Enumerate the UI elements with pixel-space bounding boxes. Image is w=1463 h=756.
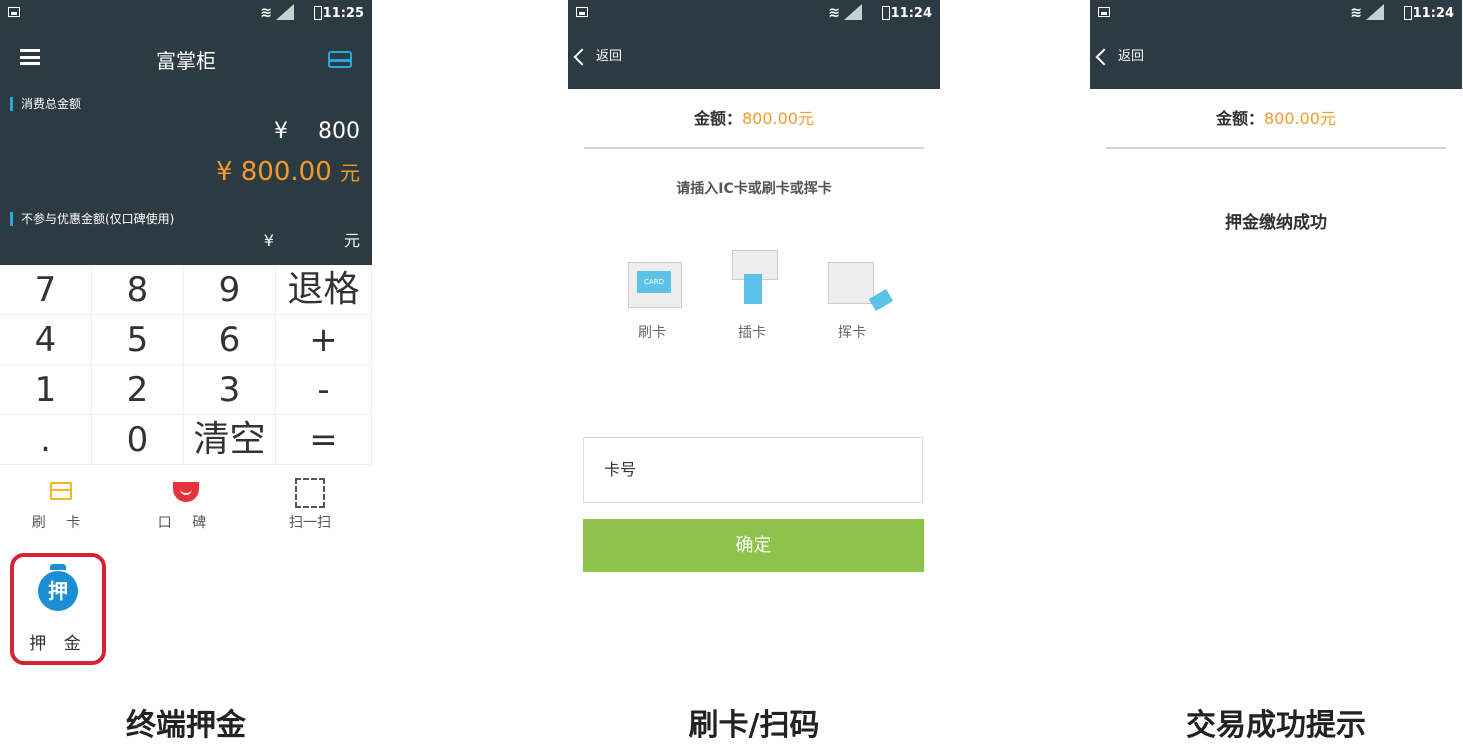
back-label: 返回: [1118, 49, 1145, 64]
wave-card-shape: [868, 288, 894, 312]
amount-formatted: ¥ 800.00: [215, 157, 332, 187]
amount-row: 金额：800.00元: [584, 90, 924, 149]
status-bar: ≋ 11:24: [1090, 0, 1462, 27]
pay-card-button[interactable]: 刷 卡: [20, 482, 100, 532]
confirm-button[interactable]: 确定: [583, 519, 924, 572]
amount-row: 金额：800.00元: [1106, 90, 1446, 149]
chevron-left-icon: [573, 48, 591, 65]
qr-scan-icon: [295, 478, 325, 508]
battery-icon: [1404, 6, 1412, 20]
key-1[interactable]: 1: [0, 365, 92, 415]
back-button[interactable]: 返回: [573, 45, 623, 65]
card-icon: [50, 482, 72, 500]
key-clear[interactable]: 清空: [184, 415, 276, 465]
amount-raw: 800: [318, 119, 360, 144]
screen-card-payment: ≋ 11:24 返回 金额：800.00元 请插入IC卡或刷卡或挥卡 CARD …: [568, 0, 940, 680]
amount-value: 800.00元: [742, 109, 814, 128]
status-bar: ≋ 11:25: [0, 0, 372, 27]
caption-success: 交易成功提示: [1186, 708, 1366, 743]
amount-label: 金额：: [1215, 109, 1264, 128]
status-time: 11:24: [890, 6, 932, 21]
pay-scan-button[interactable]: 扫一扫: [270, 478, 350, 532]
amount-input-line: ¥800: [274, 119, 360, 144]
pay-scan-label: 扫一扫: [289, 515, 331, 531]
battery-icon: [882, 6, 890, 20]
inserted-card-shape: [744, 274, 762, 304]
excluded-yen: ¥: [263, 231, 274, 250]
status-time: 11:25: [322, 6, 364, 21]
koubei-icon: [173, 482, 199, 502]
battery-icon: [314, 6, 322, 20]
signal-icon: [276, 4, 294, 20]
image-notification-icon: [1098, 7, 1110, 17]
signal-icon: [844, 4, 862, 20]
card-methods: CARD 刷卡 插卡 挥卡: [568, 250, 940, 350]
excluded-unit: 元: [343, 231, 360, 250]
deposit-label: 押 金: [29, 634, 87, 654]
chevron-left-icon: [1095, 48, 1113, 65]
success-message: 押金缴纳成功: [1225, 213, 1327, 233]
yen-symbol: ¥: [274, 119, 288, 144]
nav-bar: 返回: [1090, 27, 1462, 89]
key-2[interactable]: 2: [92, 365, 184, 415]
excluded-amount-label: 不参与优惠金额(仅口碑使用): [10, 212, 174, 226]
card-prompt: 请插入IC卡或刷卡或挥卡: [676, 181, 832, 197]
payment-methods-bar: 刷 卡 口 碑 扫一扫: [0, 470, 372, 550]
card-number-input[interactable]: 卡号: [583, 437, 923, 503]
signal-icon: [1366, 4, 1384, 20]
pay-card-label: 刷 卡: [31, 515, 89, 531]
wallet-icon[interactable]: [328, 51, 352, 68]
status-bar: ≋ 11:24: [568, 0, 940, 27]
excluded-amount-line[interactable]: ¥ 元: [264, 227, 360, 251]
key-4[interactable]: 4: [0, 315, 92, 365]
amount-value: 800.00元: [1264, 109, 1336, 128]
back-button[interactable]: 返回: [1095, 45, 1145, 65]
key-plus[interactable]: +: [276, 315, 372, 365]
key-9[interactable]: 9: [184, 265, 276, 315]
key-7[interactable]: 7: [0, 265, 92, 315]
app-title: 富掌柜: [156, 49, 216, 73]
key-5[interactable]: 5: [92, 315, 184, 365]
nav-bar: 返回: [568, 27, 940, 89]
contactless-icon: [828, 262, 894, 312]
method-insert-label: 插卡: [738, 325, 766, 341]
amount-header: 富掌柜 消费总金额 ¥800 ¥ 800.00 元 不参与优惠金额(仅口碑使用)…: [0, 27, 372, 265]
key-0[interactable]: 0: [92, 415, 184, 465]
deposit-button[interactable]: 押 押 金: [10, 553, 106, 665]
swipe-card-icon: CARD: [628, 262, 682, 308]
key-minus[interactable]: -: [276, 365, 372, 415]
screen-deposit-terminal: ≋ 11:25 富掌柜 消费总金额 ¥800 ¥ 800.00 元 不参与优惠金…: [0, 0, 372, 680]
key-3[interactable]: 3: [184, 365, 276, 415]
key-6[interactable]: 6: [184, 315, 276, 365]
wifi-icon: ≋: [1350, 5, 1362, 21]
amount-label: 金额：: [693, 109, 742, 128]
amount-unit: 元: [340, 161, 360, 185]
amount-display: ¥ 800.00 元: [216, 157, 360, 187]
wifi-icon: ≋: [828, 5, 840, 21]
method-swipe-label: 刷卡: [638, 325, 666, 341]
key-backspace[interactable]: 退格: [276, 265, 372, 315]
method-wave-label: 挥卡: [838, 325, 866, 341]
pay-koubei-label: 口 碑: [157, 515, 215, 531]
key-equals[interactable]: =: [276, 415, 372, 465]
total-amount-label: 消费总金额: [10, 97, 81, 111]
caption-deposit: 终端押金: [126, 708, 246, 743]
card-tag: CARD: [637, 271, 671, 293]
image-notification-icon: [8, 7, 20, 17]
caption-card-scan: 刷卡/扫码: [688, 708, 820, 743]
back-label: 返回: [596, 49, 623, 64]
image-notification-icon: [576, 7, 588, 17]
pay-koubei-button[interactable]: 口 碑: [146, 482, 226, 532]
wifi-icon: ≋: [260, 5, 272, 21]
screen-success: ≋ 11:24 返回 金额：800.00元 押金缴纳成功: [1090, 0, 1462, 680]
status-time: 11:24: [1412, 6, 1454, 21]
key-8[interactable]: 8: [92, 265, 184, 315]
money-bag-icon: 押: [38, 564, 78, 611]
key-dot[interactable]: .: [0, 415, 92, 465]
